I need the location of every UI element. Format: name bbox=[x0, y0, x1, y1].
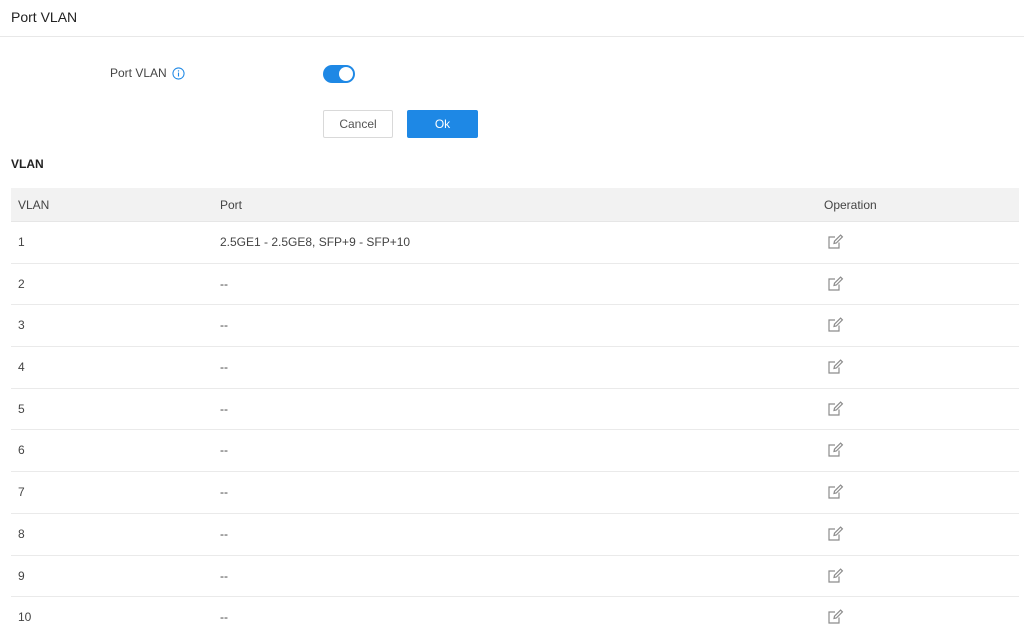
vlan-cell: 1 bbox=[18, 235, 25, 249]
port-cell: -- bbox=[220, 360, 228, 375]
port-cell: -- bbox=[220, 276, 228, 291]
port-cell: -- bbox=[220, 443, 228, 458]
column-header-vlan: VLAN bbox=[18, 198, 50, 212]
port-vlan-label: Port VLAN bbox=[110, 66, 185, 80]
table-row: 4 -- bbox=[11, 347, 1019, 389]
table-row: 9 -- bbox=[11, 556, 1019, 598]
edit-icon[interactable] bbox=[826, 400, 844, 418]
ok-button[interactable]: Ok bbox=[407, 110, 478, 138]
edit-icon[interactable] bbox=[826, 567, 844, 585]
column-header-port: Port bbox=[220, 198, 243, 212]
column-header-operation: Operation bbox=[824, 198, 877, 212]
info-circle-icon[interactable] bbox=[172, 66, 185, 80]
edit-icon[interactable] bbox=[826, 525, 844, 543]
table-row: 3 -- bbox=[11, 305, 1019, 348]
port-vlan-form-row: Port VLAN bbox=[0, 60, 1024, 88]
port-vlan-toggle[interactable] bbox=[323, 65, 355, 83]
vlan-cell: 10 bbox=[18, 610, 32, 625]
vlan-section-title: VLAN bbox=[11, 157, 44, 171]
edit-icon[interactable] bbox=[826, 233, 844, 251]
edit-icon[interactable] bbox=[826, 316, 844, 334]
vlan-cell: 3 bbox=[18, 318, 25, 333]
edit-icon[interactable] bbox=[826, 483, 844, 501]
port-cell: -- bbox=[220, 568, 228, 583]
cancel-button[interactable]: Cancel bbox=[323, 110, 393, 138]
table-row: 8 -- bbox=[11, 514, 1019, 556]
port-cell: -- bbox=[220, 610, 228, 625]
vlan-cell: 7 bbox=[18, 485, 25, 500]
table-header: VLAN Port Operation bbox=[11, 188, 1019, 222]
vlan-cell: 2 bbox=[18, 276, 25, 291]
table-body: 1 2.5GE1 - 2.5GE8, SFP+9 - SFP+10 2 -- 3… bbox=[11, 222, 1019, 630]
port-cell: -- bbox=[220, 485, 228, 500]
port-cell: -- bbox=[220, 401, 228, 416]
vlan-cell: 5 bbox=[18, 401, 25, 416]
vlan-cell: 6 bbox=[18, 443, 25, 458]
table-row: 7 -- bbox=[11, 472, 1019, 514]
edit-icon[interactable] bbox=[826, 608, 844, 626]
vlan-cell: 9 bbox=[18, 568, 25, 583]
edit-icon[interactable] bbox=[826, 275, 844, 293]
port-vlan-label-text: Port VLAN bbox=[110, 66, 167, 80]
page-header: Port VLAN bbox=[0, 0, 1024, 37]
table-row: 6 -- bbox=[11, 430, 1019, 473]
table-row: 2 -- bbox=[11, 264, 1019, 306]
table-row: 5 -- bbox=[11, 389, 1019, 431]
port-cell: -- bbox=[220, 526, 228, 541]
table-row: 1 2.5GE1 - 2.5GE8, SFP+9 - SFP+10 bbox=[11, 222, 1019, 264]
edit-icon[interactable] bbox=[826, 441, 844, 459]
page: Port VLAN Port VLAN Cancel Ok VLAN VLAN … bbox=[0, 0, 1024, 630]
vlan-table: VLAN Port Operation 1 2.5GE1 - 2.5GE8, S… bbox=[11, 188, 1019, 630]
port-cell: 2.5GE1 - 2.5GE8, SFP+9 - SFP+10 bbox=[220, 235, 411, 249]
toggle-knob bbox=[339, 67, 353, 81]
vlan-cell: 8 bbox=[18, 526, 25, 541]
page-title: Port VLAN bbox=[11, 9, 78, 25]
port-cell: -- bbox=[220, 318, 228, 333]
edit-icon[interactable] bbox=[826, 358, 844, 376]
vlan-cell: 4 bbox=[18, 360, 25, 375]
table-row: 10 -- bbox=[11, 597, 1019, 630]
